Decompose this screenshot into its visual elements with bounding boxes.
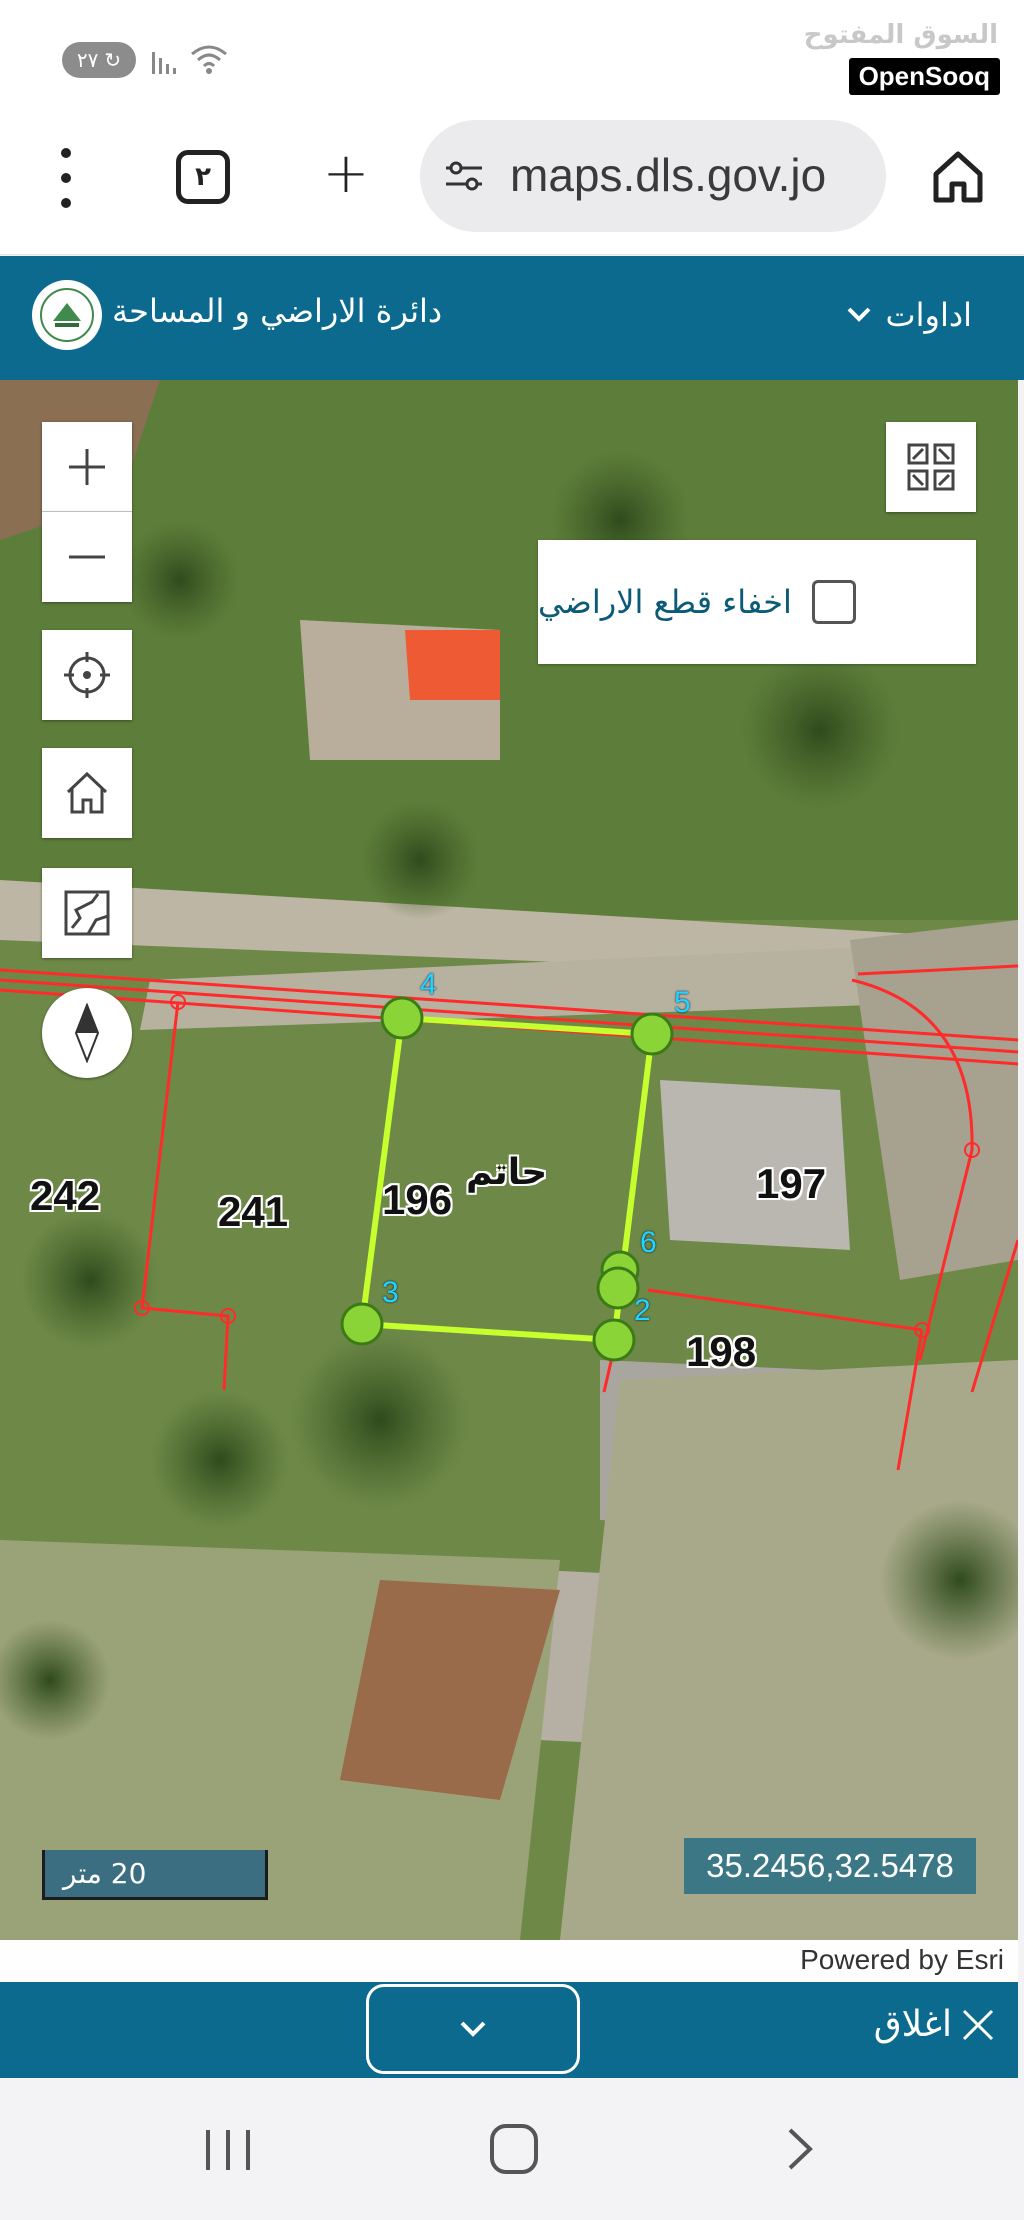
parcel-number: 196 <box>382 1176 453 1223</box>
map-view[interactable]: 242 241 196 197 198 حاتم 4 5 3 6 2 اخفاء… <box>0 380 1018 1940</box>
attribution-text: Powered by Esri <box>800 1944 1004 1975</box>
close-button[interactable]: اغلاق <box>874 2004 996 2045</box>
address-bar[interactable]: maps.dls.gov.jo <box>420 120 886 232</box>
brand-logo: OpenSooq <box>848 58 1000 95</box>
scale-text: 20 متر <box>63 1857 147 1890</box>
hide-parcels-label: اخفاء قطع الاراضي <box>538 583 792 621</box>
signal-icon <box>152 52 176 74</box>
plus-icon <box>69 448 105 485</box>
parcel-number: 242 <box>30 1172 101 1219</box>
compass-button[interactable] <box>42 988 132 1078</box>
grid-icon <box>907 443 955 491</box>
tabs-button[interactable]: ٢ <box>176 150 230 204</box>
browser-toolbar: ٢ + maps.dls.gov.jo <box>0 120 1024 255</box>
chevron-down-icon <box>460 2021 486 2037</box>
brand-arabic: السوق المفتوح <box>803 20 998 50</box>
compass-icon <box>74 1003 100 1063</box>
basemap-button[interactable] <box>42 868 132 958</box>
parcel-number: 241 <box>218 1188 289 1235</box>
app-header: دائرة الاراضي و المساحة اداوات <box>0 256 1024 380</box>
minus-icon <box>69 555 105 559</box>
notification-badge: ٢٧ ↻ <box>62 42 136 78</box>
parcel-number: 198 <box>686 1328 757 1375</box>
crosshair-icon <box>64 652 110 698</box>
close-icon <box>962 2009 994 2040</box>
site-settings-icon[interactable] <box>442 154 486 198</box>
vertex-label: 4 <box>420 968 437 1001</box>
zoom-in-button[interactable] <box>42 422 132 512</box>
vertex-label: 3 <box>382 1276 399 1309</box>
tools-menu[interactable]: اداوات <box>846 290 973 340</box>
map-home-button[interactable] <box>42 748 132 838</box>
owner-name: حاتم <box>466 1152 548 1193</box>
chevron-down-icon[interactable] <box>846 306 872 324</box>
map-icon <box>64 890 110 936</box>
hide-parcels-toggle[interactable]: اخفاء قطع الاراضي <box>538 540 976 664</box>
parcel-number: 197 <box>756 1160 827 1207</box>
scale-bar: 20 متر <box>42 1850 268 1900</box>
vertex-label: 2 <box>634 1294 651 1327</box>
plus-icon[interactable]: + <box>316 146 376 206</box>
hide-parcels-checkbox[interactable] <box>811 580 856 624</box>
collapse-button[interactable] <box>366 1984 580 2074</box>
vertex-label: 5 <box>674 986 691 1019</box>
system-nav-bar <box>0 2078 1024 2220</box>
recent-apps-icon[interactable] <box>206 2130 250 2170</box>
locate-button[interactable] <box>42 630 132 720</box>
url-text[interactable]: maps.dls.gov.jo <box>510 148 826 202</box>
map-attribution: Powered by Esri <box>0 1940 1018 1982</box>
coordinates-readout: 35.2456,32.5478 <box>684 1838 976 1894</box>
home-icon[interactable] <box>490 2124 538 2174</box>
home-icon <box>66 771 108 814</box>
wifi-icon <box>191 45 227 74</box>
dls-logo <box>32 280 102 350</box>
tools-label[interactable]: اداوات <box>886 296 973 334</box>
bottom-bar: اغلاق <box>0 1982 1018 2078</box>
zoom-out-button[interactable] <box>42 512 132 602</box>
close-label[interactable]: اغلاق <box>874 2004 952 2045</box>
sync-icon: ↻ <box>104 48 122 72</box>
page-title: دائرة الاراضي و المساحة <box>112 292 443 330</box>
layers-button[interactable] <box>886 422 976 512</box>
status-bar: ٢٧ ↻ السوق المفتوح OpenSooq <box>0 0 1024 120</box>
more-vert-icon[interactable] <box>54 148 78 208</box>
vertex-label: 6 <box>640 1226 657 1259</box>
home-icon[interactable] <box>928 146 988 206</box>
back-icon[interactable] <box>780 2124 820 2174</box>
